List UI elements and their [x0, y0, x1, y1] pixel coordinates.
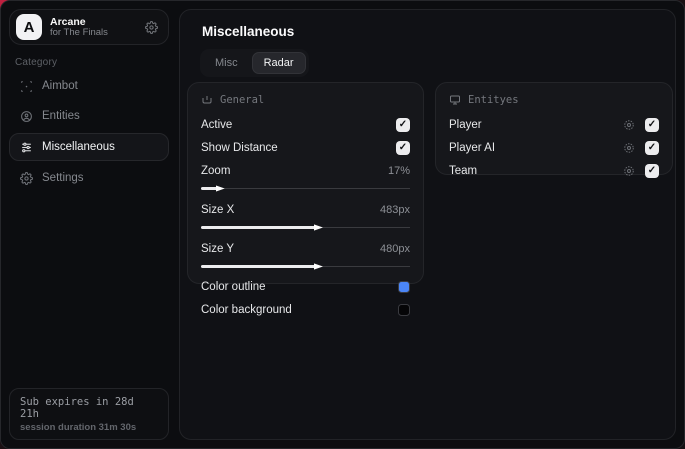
size-y-label: Size Y: [201, 243, 235, 255]
slider-fill: [201, 225, 316, 229]
gear-icon: [20, 171, 33, 185]
general-panel-title: General: [220, 94, 265, 106]
slider-handle[interactable]: [313, 263, 323, 270]
size-y-value: 480px: [380, 243, 410, 255]
active-checkbox[interactable]: ✓: [396, 118, 410, 132]
sidebar-item-settings[interactable]: Settings: [9, 165, 169, 191]
monitor-icon: [449, 94, 461, 106]
size-y-row: Size Y 480px: [201, 239, 410, 259]
size-x-slider[interactable]: [201, 222, 410, 232]
sidebar-item-label: Aimbot: [42, 80, 78, 92]
player-label: Player: [449, 119, 482, 131]
general-panel-header: General: [201, 94, 410, 106]
app-logo: A: [16, 14, 42, 40]
entities-panel: Entityes Player ✓ Player AI ✓ Team ✓: [435, 82, 673, 178]
app-name: Arcane: [50, 15, 86, 28]
player-ai-checkbox[interactable]: ✓: [645, 141, 659, 155]
tab-radar[interactable]: Radar: [251, 52, 306, 74]
player-row: Player ✓: [449, 115, 659, 135]
show-distance-checkbox[interactable]: ✓: [396, 141, 410, 155]
show-distance-label: Show Distance: [201, 142, 278, 154]
panels-area: General Active ✓ Show Distance ✓ Zoom 17…: [187, 82, 673, 431]
player-ai-label: Player AI: [449, 142, 496, 154]
category-label: Category: [15, 57, 58, 68]
sidebar: A Arcane for The Finals Category Aimbot …: [1, 1, 176, 448]
entities-icon: [20, 110, 33, 123]
entities-panel-title: Entityes: [468, 94, 519, 106]
gear-icon[interactable]: [145, 20, 158, 34]
crosshair-icon: [20, 80, 33, 93]
tab-misc[interactable]: Misc: [203, 52, 250, 74]
app-window: A Arcane for The Finals Category Aimbot …: [0, 0, 685, 449]
player-checkbox[interactable]: ✓: [645, 118, 659, 132]
zoom-row: Zoom 17%: [201, 161, 410, 181]
sidebar-item-label: Miscellaneous: [42, 141, 115, 153]
size-x-row: Size X 483px: [201, 200, 410, 220]
zoom-value: 17%: [387, 165, 410, 177]
size-x-value: 483px: [380, 204, 410, 216]
show-distance-row: Show Distance ✓: [201, 138, 410, 158]
color-background-swatch[interactable]: [398, 304, 410, 316]
general-icon: [201, 94, 213, 106]
sidebar-item-label: Settings: [42, 172, 84, 184]
sidebar-item-miscellaneous[interactable]: Miscellaneous: [9, 133, 169, 161]
player-ai-row: Player AI ✓: [449, 138, 659, 158]
active-label: Active: [201, 119, 233, 131]
general-panel: General Active ✓ Show Distance ✓ Zoom 17…: [187, 82, 424, 316]
color-background-row: Color background: [201, 300, 410, 320]
slider-fill: [201, 264, 316, 268]
session-duration-text: session duration 31m 30s: [20, 422, 137, 433]
tab-bar: Misc Radar: [200, 49, 309, 77]
slider-track: [201, 187, 410, 189]
gear-icon[interactable]: [623, 165, 635, 177]
app-header-card: A Arcane for The Finals: [9, 9, 169, 45]
app-meta: Arcane for The Finals: [50, 16, 137, 39]
color-outline-swatch[interactable]: [398, 281, 410, 293]
size-y-slider[interactable]: [201, 261, 410, 271]
entities-panel-header: Entityes: [449, 94, 659, 106]
sidebar-item-entities[interactable]: Entities: [9, 103, 169, 129]
color-outline-label: Color outline: [201, 281, 266, 293]
sliders-icon: [20, 141, 33, 154]
color-outline-row: Color outline: [201, 277, 410, 297]
sub-expiry-text: Sub expires in 28d 21h: [20, 396, 134, 420]
team-checkbox[interactable]: ✓: [645, 164, 659, 178]
gear-icon[interactable]: [623, 142, 635, 154]
main-content: Miscellaneous Misc Radar General Active …: [179, 9, 676, 440]
page-title: Miscellaneous: [202, 24, 295, 39]
slider-handle[interactable]: [313, 224, 323, 231]
team-row: Team ✓: [449, 161, 659, 181]
zoom-label: Zoom: [201, 165, 231, 177]
subscription-card: Sub expires in 28d 21h session duration …: [9, 388, 169, 440]
zoom-slider[interactable]: [201, 183, 410, 193]
size-x-label: Size X: [201, 204, 235, 216]
team-label: Team: [449, 165, 478, 177]
sidebar-item-aimbot[interactable]: Aimbot: [9, 73, 169, 99]
gear-icon[interactable]: [623, 119, 635, 131]
color-background-label: Color background: [201, 304, 292, 316]
sidebar-item-label: Entities: [42, 110, 80, 122]
active-row: Active ✓: [201, 115, 410, 135]
slider-fill: [201, 186, 218, 190]
slider-handle[interactable]: [215, 185, 225, 192]
sidebar-nav: Aimbot Entities Miscellaneous Settings: [9, 73, 169, 191]
app-subtitle: for The Finals: [50, 26, 108, 38]
